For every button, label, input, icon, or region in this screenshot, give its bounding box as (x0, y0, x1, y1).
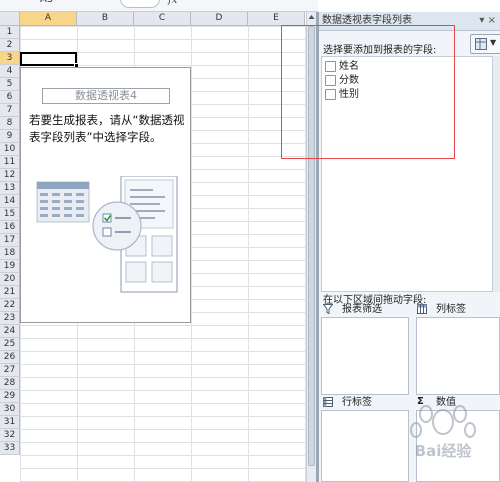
row-header-19[interactable]: 19 (0, 260, 20, 273)
row-header-13[interactable]: 13 (0, 182, 20, 195)
report-filter-label: 报表筛选 (342, 304, 382, 315)
chevron-down-icon: ▼ (490, 38, 497, 47)
row-header-5[interactable]: 5 (0, 78, 20, 91)
columns-icon (417, 304, 427, 314)
rows-icon (323, 397, 333, 407)
layout-icon (475, 38, 487, 50)
column-labels-header: 列标签 (417, 303, 499, 316)
active-cell[interactable] (20, 52, 77, 66)
watermark-text: Bai经验 (415, 442, 473, 460)
row-header-29[interactable]: 29 (0, 390, 20, 403)
row-header-32[interactable]: 32 (0, 429, 20, 442)
row-header-33[interactable]: 33 (0, 442, 20, 455)
row-header-31[interactable]: 31 (0, 416, 20, 429)
row-header-23[interactable]: 23 (0, 312, 20, 325)
watermark-logo: Bai经验 (410, 405, 476, 460)
row-header-27[interactable]: 27 (0, 364, 20, 377)
row-header-2[interactable]: 2 (0, 39, 20, 52)
column-labels-drop-area[interactable] (416, 317, 500, 395)
column-header-d[interactable]: D (191, 12, 248, 26)
row-header-14[interactable]: 14 (0, 195, 20, 208)
row-header-17[interactable]: 17 (0, 234, 20, 247)
filter-icon (323, 304, 333, 314)
select-all-corner[interactable] (0, 12, 20, 26)
report-filter-header: 报表筛选 (323, 303, 413, 316)
report-filter-drop-area[interactable] (321, 317, 409, 395)
name-box[interactable]: A3 (40, 0, 53, 5)
row-header-9[interactable]: 9 (0, 130, 20, 143)
pivot-instruction-text: 若要生成报表，请从“数据透视表字段列表”中选择字段。 (29, 113, 185, 144)
worksheet: ABCDE 1 2 3 4 5 6 7 8 9 10 11 12 13 14 15 16 17 18 19 20 21 2… (0, 12, 306, 482)
pivot-table-name: 数据透视表4 (42, 88, 170, 104)
row-labels-label: 行标签 (342, 397, 372, 408)
highlight-annotation (281, 25, 455, 159)
row-header-20[interactable]: 20 (0, 273, 20, 286)
pivot-illustration-icon (36, 176, 178, 293)
row-header-21[interactable]: 21 (0, 286, 20, 299)
column-header-c[interactable]: C (134, 12, 191, 26)
row-header-18[interactable]: 18 (0, 247, 20, 260)
row-header-10[interactable]: 10 (0, 143, 20, 156)
row-header-4[interactable]: 4 (0, 65, 20, 78)
row-header-3[interactable]: 3 (0, 52, 20, 65)
formula-bar: A3 fx (0, 0, 318, 12)
row-header-25[interactable]: 25 (0, 338, 20, 351)
row-header-8[interactable]: 8 (0, 117, 20, 130)
row-header-30[interactable]: 30 (0, 403, 20, 416)
row-header-7[interactable]: 7 (0, 104, 20, 117)
pane-close-icon[interactable]: ▾ × (479, 15, 496, 26)
row-header-24[interactable]: 24 (0, 325, 20, 338)
row-header-6[interactable]: 6 (0, 91, 20, 104)
column-header-e[interactable]: E (248, 12, 305, 26)
fx-icon[interactable]: fx (168, 0, 177, 6)
row-header-22[interactable]: 22 (0, 299, 20, 312)
field-list-scrollbar[interactable] (492, 56, 500, 292)
field-checklist-icon (92, 201, 142, 251)
row-header-28[interactable]: 28 (0, 377, 20, 390)
row-header-16[interactable]: 16 (0, 221, 20, 234)
row-header-26[interactable]: 26 (0, 351, 20, 364)
row-header-11[interactable]: 11 (0, 156, 20, 169)
row-header-12[interactable]: 12 (0, 169, 20, 182)
row-header-15[interactable]: 15 (0, 208, 20, 221)
column-header-b[interactable]: B (77, 12, 134, 26)
scroll-up-icon[interactable] (307, 12, 316, 22)
column-header-a[interactable]: A (20, 12, 77, 26)
column-labels-label: 列标签 (436, 304, 466, 315)
layout-options-button[interactable]: ▼ (470, 34, 500, 54)
name-box-dropdown[interactable] (120, 0, 160, 8)
source-table-icon (36, 181, 90, 223)
pivot-table-placeholder[interactable]: 数据透视表4 若要生成报表，请从“数据透视表字段列表”中选择字段。 (20, 67, 191, 323)
row-header-1[interactable]: 1 (0, 26, 20, 39)
